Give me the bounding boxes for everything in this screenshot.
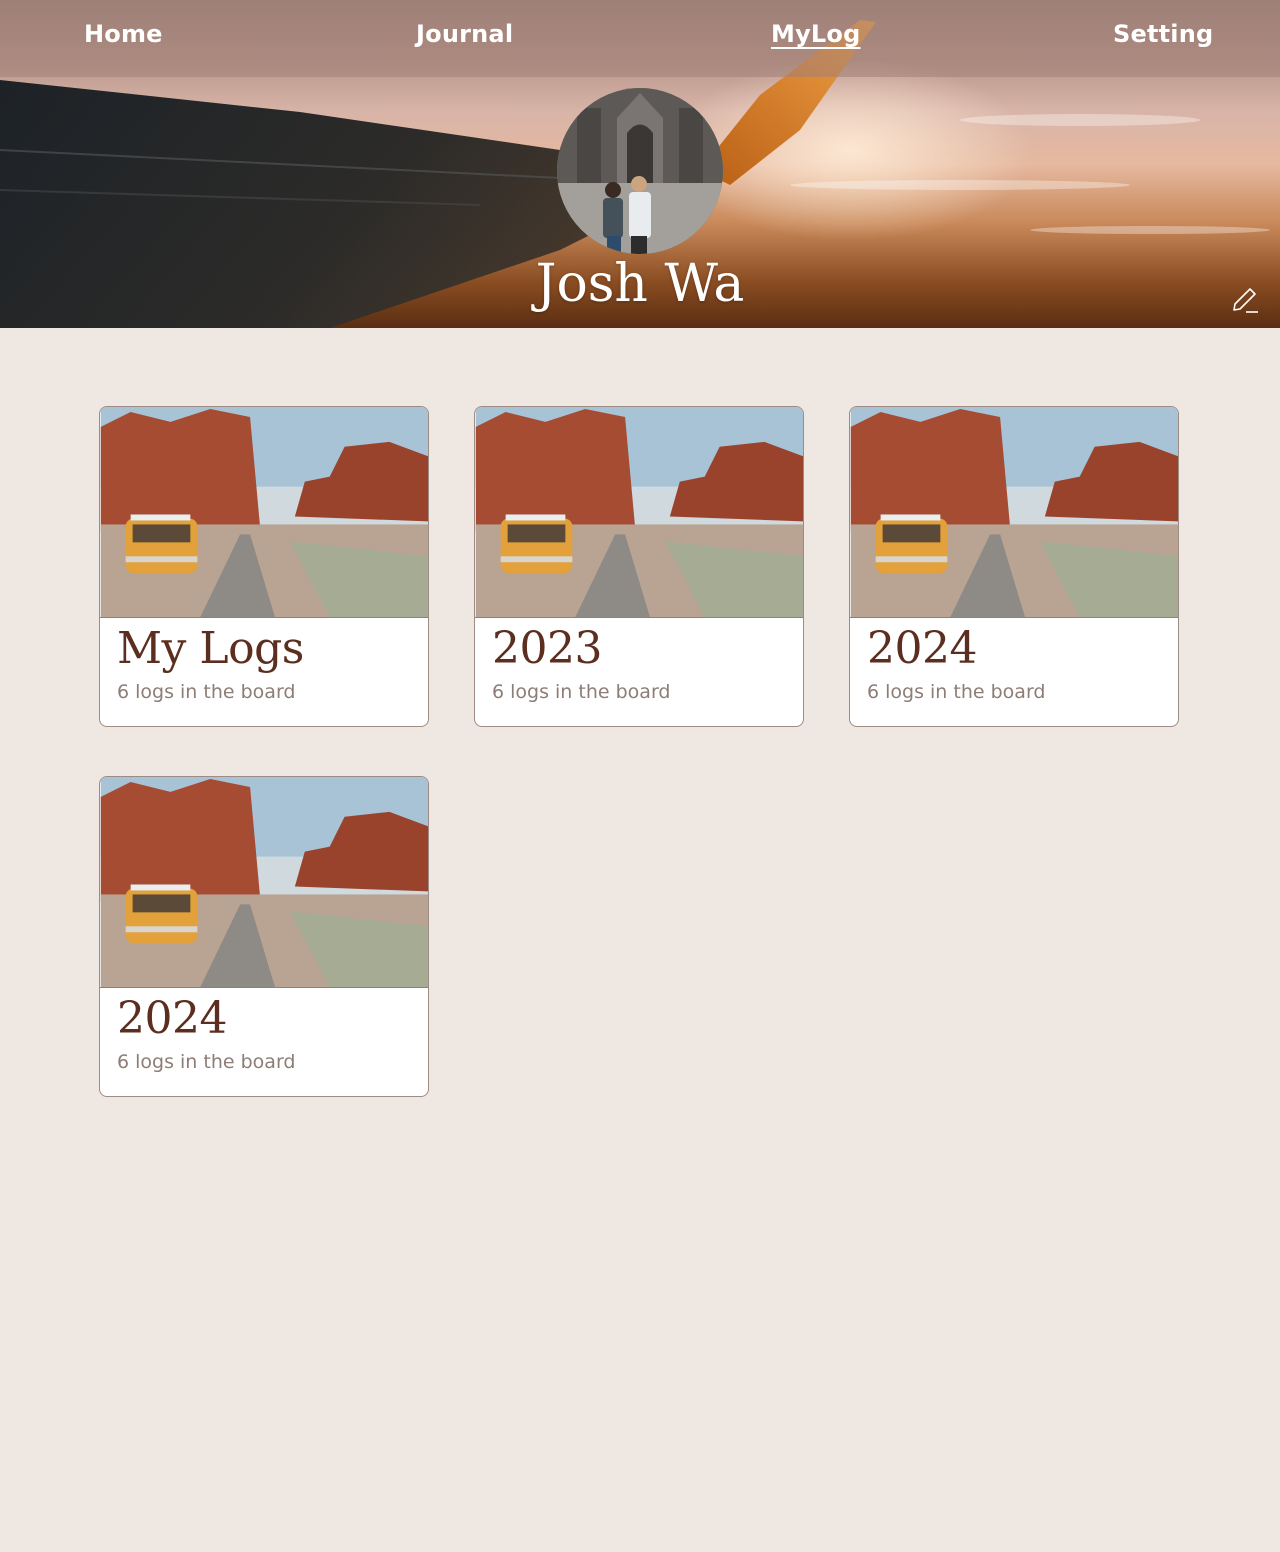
top-navbar: Home Journal MyLog Setting — [0, 0, 1280, 77]
nav-mylog[interactable]: MyLog — [771, 20, 861, 48]
board-cover-image — [100, 777, 428, 988]
nav-home[interactable]: Home — [84, 20, 163, 48]
board-title: My Logs — [117, 623, 304, 674]
board-log-count: 6 logs in the board — [867, 681, 1046, 703]
pencil-icon — [1233, 288, 1258, 313]
board-card[interactable]: 2024 6 logs in the board — [849, 406, 1179, 727]
board-card[interactable]: My Logs 6 logs in the board — [99, 406, 429, 727]
profile-header: Home Journal MyLog Setting Josh Wa — [0, 0, 1280, 328]
board-card[interactable]: 2023 6 logs in the board — [474, 406, 804, 727]
board-title: 2023 — [492, 623, 602, 674]
board-log-count: 6 logs in the board — [492, 681, 671, 703]
nav-setting[interactable]: Setting — [1113, 20, 1213, 48]
edit-profile-button[interactable] — [1228, 284, 1262, 318]
board-cover-image — [100, 407, 428, 618]
nav-journal[interactable]: Journal — [416, 20, 513, 48]
board-log-count: 6 logs in the board — [117, 1051, 296, 1073]
board-card[interactable]: 2024 6 logs in the board — [99, 776, 429, 1097]
board-cover-image — [475, 407, 803, 618]
avatar-photo — [557, 88, 723, 254]
profile-name: Josh Wa — [535, 254, 745, 314]
avatar[interactable] — [557, 88, 723, 254]
board-title: 2024 — [867, 623, 977, 674]
board-log-count: 6 logs in the board — [117, 681, 296, 703]
board-cover-image — [850, 407, 1178, 618]
board-title: 2024 — [117, 993, 227, 1044]
